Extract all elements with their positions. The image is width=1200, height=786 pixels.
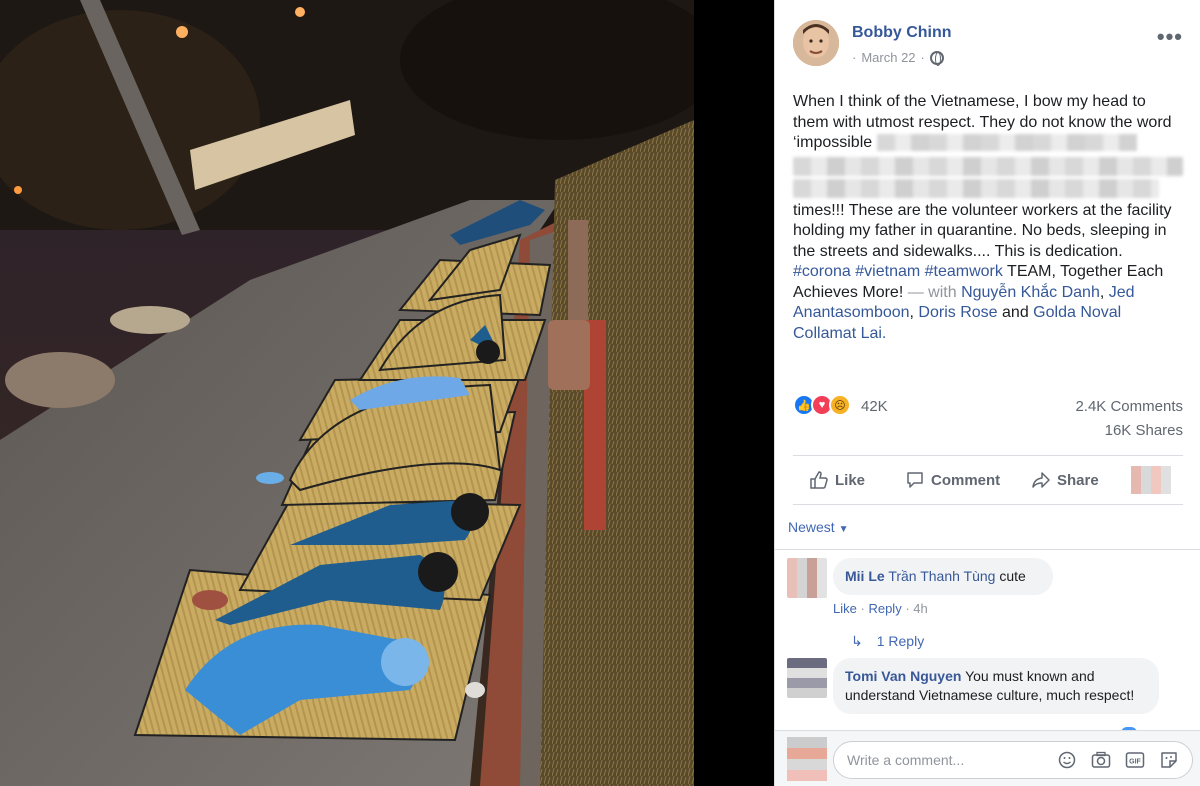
photo-viewer: Bobby Chinn · March 22 · ••• When I thin… — [0, 0, 1200, 786]
post-photo[interactable] — [0, 0, 694, 786]
shares-count[interactable]: 16K Shares — [1105, 422, 1183, 439]
post-header: Bobby Chinn · March 22 · ••• — [793, 20, 1183, 72]
comment-label: Comment — [931, 471, 1001, 489]
commenter-avatar[interactable] — [787, 558, 827, 598]
post-text-line2: times!!! These are the volunteer workers… — [793, 201, 1172, 260]
share-label: Share — [1057, 471, 1099, 489]
emoji-icon[interactable] — [1057, 750, 1077, 770]
share-button[interactable]: Share — [1031, 470, 1099, 490]
action-bar: Like Comment Share — [793, 455, 1183, 505]
like-label: Like — [835, 471, 866, 489]
post-panel: Bobby Chinn · March 22 · ••• When I thin… — [774, 0, 1200, 786]
post-date[interactable]: March 22 — [861, 50, 915, 65]
comment-icon — [907, 472, 923, 488]
meta-separator: · — [852, 50, 857, 65]
caret-down-icon: ▼ — [838, 524, 849, 535]
comment-reply-link[interactable]: Reply — [868, 601, 901, 616]
commenter-name[interactable]: Mii Le — [845, 568, 885, 584]
replies-label: 1 Reply — [876, 633, 925, 649]
comment-placeholder: Write a comment... — [847, 752, 965, 768]
post-as-avatar[interactable] — [1131, 466, 1171, 494]
comment-like-link[interactable]: Like — [833, 601, 857, 616]
post-meta: · March 22 · — [852, 50, 944, 66]
with-prefix: — with — [907, 283, 957, 301]
reactions-summary: 👍 ♥ ☹ 42K 2.4K Comments 16K Shares — [793, 394, 1183, 439]
tagged-user[interactable]: Doris Rose — [918, 304, 997, 321]
reply-arrow-icon: ↳ — [851, 633, 863, 649]
comment-bubble: Mii Le Trần Thanh Tùng cute — [833, 558, 1053, 595]
svg-text:GIF: GIF — [1129, 759, 1141, 766]
comment-sort-dropdown[interactable]: Newest ▼ — [788, 519, 848, 535]
more-options-icon[interactable]: ••• — [1157, 24, 1183, 50]
current-user-avatar — [787, 737, 827, 781]
composer-icons: GIF — [1057, 750, 1179, 770]
reaction-icons[interactable]: 👍 ♥ ☹ — [793, 394, 851, 416]
tagged-user[interactable]: Nguyễn Khắc Danh — [961, 284, 1100, 301]
meta-separator: · — [920, 50, 925, 65]
globe-icon — [929, 50, 944, 66]
comment-button[interactable]: Comment — [905, 470, 1000, 490]
separator: · — [905, 601, 910, 616]
blurred-text — [793, 156, 1183, 176]
comments-count[interactable]: 2.4K Comments — [1075, 398, 1183, 415]
comment-actions: Like · Reply · 4h — [833, 601, 928, 616]
separator: · — [860, 601, 865, 616]
share-icon — [1032, 472, 1050, 488]
author-name[interactable]: Bobby Chinn — [852, 24, 952, 42]
view-replies-link[interactable]: ↳ 1 Reply — [851, 633, 924, 650]
camera-icon[interactable] — [1091, 750, 1111, 770]
divider — [775, 549, 1200, 550]
comment-text: cute — [999, 568, 1026, 584]
comment-composer: Write a comment... GIF — [775, 730, 1200, 786]
commenter-avatar[interactable] — [787, 658, 827, 698]
author-avatar[interactable] — [793, 20, 839, 66]
comment-bubble: Tomi Van Nguyen You must known and under… — [833, 658, 1159, 714]
and-text: and — [1002, 304, 1029, 321]
blurred-text — [876, 134, 1137, 152]
reaction-count[interactable]: 42K — [861, 398, 888, 415]
post-text: When I think of the Vietnamese, I bow my… — [793, 92, 1183, 344]
comment-tag[interactable]: Trần Thanh Tùng — [888, 568, 995, 584]
hashtags[interactable]: #corona #vietnam #teamwork — [793, 263, 1003, 280]
like-button[interactable]: Like — [809, 470, 865, 490]
thumbs-up-icon — [810, 471, 828, 489]
commenter-name[interactable]: Tomi Van Nguyen — [845, 668, 961, 684]
blurred-text — [793, 178, 1159, 198]
sad-reaction-icon: ☹ — [829, 394, 851, 416]
comment-time[interactable]: 4h — [913, 601, 927, 616]
sort-label: Newest — [788, 519, 835, 535]
sticker-icon[interactable] — [1159, 750, 1179, 770]
gif-icon[interactable]: GIF — [1125, 750, 1145, 770]
